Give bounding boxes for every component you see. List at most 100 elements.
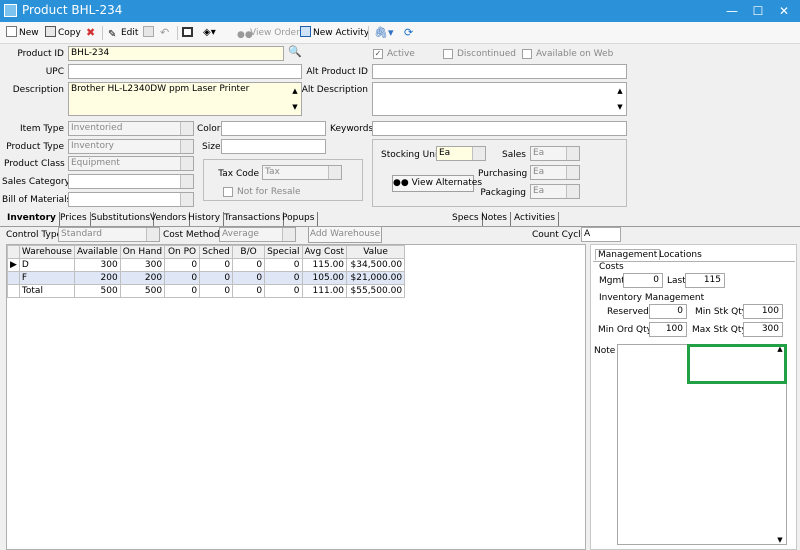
sales-category-dropdown-icon[interactable] <box>180 175 193 188</box>
product-type-select[interactable]: Inventory <box>68 139 194 154</box>
control-type-dropdown-icon[interactable] <box>146 228 159 241</box>
table-cell[interactable]: Total <box>18 284 75 298</box>
table-cell[interactable]: 0 <box>164 271 201 285</box>
save-icon[interactable] <box>143 25 156 41</box>
column-header[interactable]: Value <box>346 245 406 259</box>
table-cell[interactable]: $55,500.00 <box>346 284 406 298</box>
sales-category-select[interactable] <box>68 174 194 189</box>
discontinued-checkbox[interactable] <box>443 49 453 59</box>
attachment-icon[interactable]: 🖇▾ <box>374 25 394 41</box>
table-cell[interactable]: 300 <box>73 258 121 272</box>
tag-icon[interactable]: ◈▾ <box>203 25 216 41</box>
table-cell[interactable]: F <box>18 271 75 285</box>
tab-activities[interactable]: Activities <box>511 212 560 226</box>
column-header[interactable]: Available <box>73 245 121 259</box>
product-class-select[interactable]: Equipment <box>68 156 194 171</box>
min-stk-qty-field[interactable]: 100 <box>743 304 783 319</box>
search-icon[interactable]: 🔍 <box>288 45 302 58</box>
keywords-field[interactable] <box>372 121 627 136</box>
table-cell[interactable]: 0 <box>232 271 266 285</box>
table-cell[interactable]: 0 <box>232 284 266 298</box>
color-field[interactable] <box>221 121 326 136</box>
table-total-row[interactable]: Total 500 500 0 0 0 0 111.00 $55,500.00 <box>7 284 406 298</box>
table-cell[interactable]: $21,000.00 <box>346 271 406 285</box>
table-cell[interactable]: 0 <box>264 284 303 298</box>
print-icon[interactable] <box>182 25 195 41</box>
alt-description-field[interactable] <box>372 82 627 116</box>
undo-icon[interactable]: ↶ <box>160 25 169 41</box>
available-on-web-checkbox[interactable] <box>522 49 532 59</box>
last-cost-field[interactable]: 115 <box>685 273 725 288</box>
table-cell[interactable]: 200 <box>119 271 166 285</box>
column-header[interactable]: Warehouse <box>18 245 75 259</box>
maximize-button[interactable]: ☐ <box>746 2 770 20</box>
table-cell[interactable]: 0 <box>264 271 303 285</box>
table-cell[interactable]: 0 <box>199 271 234 285</box>
sales-unit-dropdown-icon[interactable] <box>566 147 579 160</box>
table-row[interactable]: F 200 200 0 0 0 0 105.00 $21,000.00 <box>7 271 406 285</box>
item-type-dropdown-icon[interactable] <box>180 122 193 135</box>
tab-popups[interactable]: Popups <box>279 212 319 226</box>
min-ord-qty-field[interactable]: 100 <box>649 322 687 337</box>
tab-transactions[interactable]: Transactions <box>221 212 285 226</box>
column-header[interactable]: B/O <box>232 245 266 259</box>
mgmt-cost-field[interactable]: 0 <box>623 273 663 288</box>
cost-method-dropdown-icon[interactable] <box>282 228 295 241</box>
close-window-button[interactable]: ✕ <box>772 2 796 20</box>
add-warehouse-button[interactable]: Add Warehouse <box>308 226 382 243</box>
table-cell[interactable]: 500 <box>119 284 166 298</box>
reserved-field[interactable]: 0 <box>649 304 687 319</box>
view-order-button[interactable]: ●●View Order <box>237 25 300 41</box>
table-cell[interactable]: 111.00 <box>301 284 348 298</box>
max-stk-qty-field[interactable]: 300 <box>743 322 783 337</box>
view-alternates-button[interactable]: ●● View Alternates <box>392 175 482 192</box>
upc-field[interactable] <box>68 64 302 79</box>
purchasing-unit-dropdown-icon[interactable] <box>566 166 579 179</box>
delete-icon[interactable]: ✖ <box>86 25 95 41</box>
column-header[interactable]: Avg Cost <box>301 245 348 259</box>
tab-notes[interactable]: Notes <box>478 212 511 226</box>
tab-history[interactable]: History <box>185 212 225 226</box>
copy-button[interactable]: Copy <box>45 25 81 41</box>
table-cell[interactable]: 0 <box>232 258 266 272</box>
table-cell[interactable]: 0 <box>264 258 303 272</box>
count-cycle-field[interactable]: A <box>581 227 621 242</box>
column-header[interactable]: Special <box>264 245 303 259</box>
refresh-icon[interactable]: ⟳ <box>404 25 413 41</box>
edit-button[interactable]: ✎ Edit <box>108 25 138 41</box>
product-type-dropdown-icon[interactable] <box>180 140 193 153</box>
table-cell[interactable]: 0 <box>199 284 234 298</box>
bill-of-materials-select[interactable] <box>68 192 194 207</box>
control-type-select[interactable]: Standard <box>58 227 160 242</box>
stocking-unit-dropdown-icon[interactable] <box>472 147 485 160</box>
table-cell[interactable]: 0 <box>164 284 201 298</box>
table-cell[interactable]: 0 <box>164 258 201 272</box>
product-class-dropdown-icon[interactable] <box>180 157 193 170</box>
tab-vendors[interactable]: Vendors <box>147 212 191 226</box>
bill-of-materials-dropdown-icon[interactable] <box>180 193 193 206</box>
alt-product-id-field[interactable] <box>372 64 627 79</box>
table-cell[interactable]: 200 <box>73 271 121 285</box>
not-for-resale-checkbox[interactable] <box>223 187 233 197</box>
new-button[interactable]: New <box>6 25 39 41</box>
tab-inventory[interactable]: Inventory <box>4 212 60 226</box>
minimize-button[interactable]: — <box>720 2 744 20</box>
packaging-unit-dropdown-icon[interactable] <box>566 185 579 198</box>
size-field[interactable] <box>221 139 326 154</box>
table-cell[interactable]: 500 <box>73 284 121 298</box>
product-id-field[interactable]: BHL-234 <box>68 46 284 61</box>
table-cell[interactable]: 0 <box>199 258 234 272</box>
table-row[interactable]: ▶ D 300 300 0 0 0 0 115.00 $34,500.00 <box>7 258 406 272</box>
tab-locations[interactable]: Locations <box>657 250 704 260</box>
table-cell[interactable]: 115.00 <box>301 258 348 272</box>
column-header[interactable]: On Hand <box>119 245 166 259</box>
table-cell[interactable]: 105.00 <box>301 271 348 285</box>
table-cell[interactable]: $34,500.00 <box>346 258 406 272</box>
new-activity-button[interactable]: New Activity <box>300 25 369 41</box>
description-field[interactable]: Brother HL-L2340DW ppm Laser Printer <box>68 82 302 116</box>
active-checkbox[interactable]: ✓ <box>373 49 383 59</box>
table-cell[interactable]: 300 <box>119 258 166 272</box>
table-cell[interactable]: D <box>18 258 75 272</box>
item-type-select[interactable]: Inventoried <box>68 121 194 136</box>
column-header[interactable]: On PO <box>164 245 201 259</box>
